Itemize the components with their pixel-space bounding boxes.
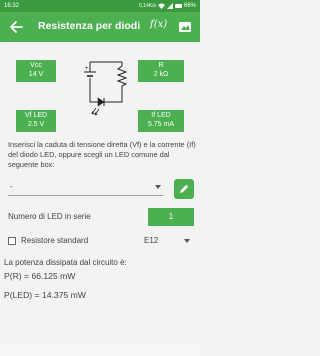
- vf-led-value: 2.5 V: [27, 120, 45, 128]
- led-light-arrows: [91, 107, 100, 116]
- circuit-wire-left: [89, 62, 98, 103]
- resistor-series-value: E12: [144, 236, 159, 245]
- led-selector-value: -: [10, 182, 13, 191]
- standard-resistor-checkbox[interactable]: [8, 237, 16, 245]
- vcc-label: Vcc: [30, 62, 42, 69]
- back-arrow-icon[interactable]: [6, 17, 26, 37]
- status-time: 16:32: [4, 3, 20, 9]
- standard-resistor-label[interactable]: Resistore standard: [21, 236, 88, 245]
- led-count-input[interactable]: 1: [148, 208, 194, 226]
- pencil-icon: [180, 184, 189, 193]
- led-diode-symbol: [97, 97, 105, 107]
- resistor-symbol: [116, 65, 128, 87]
- led-count-label: Numero di LED in serie: [8, 212, 91, 221]
- vcc-input[interactable]: Vcc 14 V: [16, 60, 56, 82]
- instructions-text: Inserisci la caduta di tensione diretta …: [8, 140, 196, 169]
- vf-led-label: Vf LED: [24, 112, 48, 119]
- status-icons: 0,14K/s 66%: [139, 3, 196, 9]
- led-selector-dropdown[interactable]: -: [8, 178, 163, 196]
- power-label: La potenza dissipata dal circuito è:: [4, 258, 127, 267]
- formula-button[interactable]: f(x): [150, 19, 167, 30]
- resistor-value: 2 kΩ: [153, 70, 169, 78]
- save-image-icon[interactable]: [178, 20, 192, 34]
- battery-plus-sign: +: [85, 66, 89, 72]
- vf-led-input[interactable]: Vf LED 2.5 V: [16, 110, 56, 132]
- wifi-icon: [157, 3, 165, 9]
- resistor-label: R: [158, 62, 164, 69]
- dropdown-arrow-icon: [184, 239, 190, 243]
- vcc-value: 14 V: [28, 70, 44, 78]
- resistor-value-box[interactable]: R 2 kΩ: [138, 60, 184, 82]
- status-bar: 16:32 0,14K/s 66%: [0, 0, 200, 12]
- navigation-bar: [0, 344, 200, 356]
- edit-button[interactable]: [174, 179, 194, 199]
- page-title: Resistenza per diodi LED: [38, 20, 142, 32]
- resistor-series-dropdown[interactable]: E12: [144, 236, 194, 248]
- app-bar: Resistenza per diodi LED f(x): [0, 12, 200, 42]
- if-led-input[interactable]: If LED 5.75 mA: [138, 110, 184, 132]
- signal-icon: [166, 3, 173, 9]
- if-led-label: If LED: [151, 112, 171, 119]
- power-led-value: P(LED) = 14.375 mW: [4, 290, 86, 300]
- dropdown-arrow-icon: [155, 185, 161, 189]
- if-led-value: 5.75 mA: [147, 120, 175, 128]
- network-speed: 0,14K/s: [139, 3, 156, 9]
- battery-percent: 66%: [183, 3, 196, 9]
- power-resistor-value: P(R) = 66.125 mW: [4, 271, 76, 281]
- battery-icon: [174, 4, 182, 8]
